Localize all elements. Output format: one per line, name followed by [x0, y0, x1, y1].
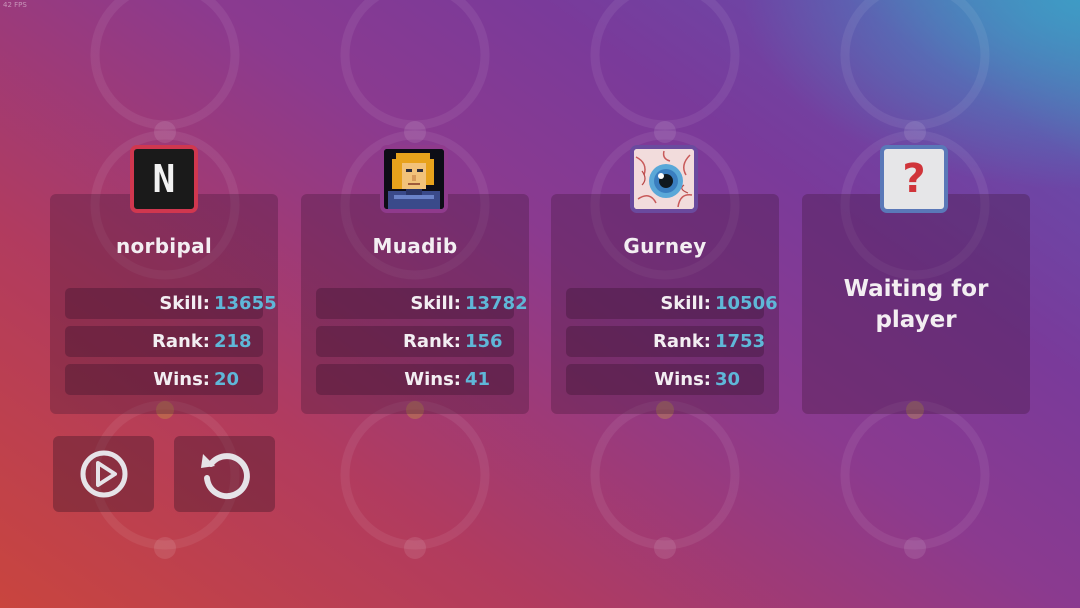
stat-label: Wins:	[404, 369, 461, 390]
stat-row-rank: Rank: 218	[65, 326, 263, 357]
player-name: Gurney	[623, 234, 707, 258]
pixel-warrior-icon	[384, 149, 444, 209]
stat-label: Skill:	[159, 293, 210, 314]
stat-row-skill: Skill: 13655	[65, 288, 277, 319]
stat-value: 1753	[715, 331, 766, 352]
player-card-2: Muadib Skill: 13782 Rank: 156 Wins: 41	[301, 194, 529, 414]
stat-label: Rank:	[403, 331, 461, 352]
player-avatar-2	[380, 145, 448, 213]
stat-value: 41	[465, 369, 491, 390]
stat-row-wins: Wins: 30	[566, 364, 764, 395]
stat-row-skill: Skill: 13782	[316, 288, 528, 319]
stat-value: 13782	[465, 293, 528, 314]
stat-label: Wins:	[654, 369, 711, 390]
player-avatar-4: ?	[880, 145, 948, 213]
stat-row-skill: Skill: 10506	[566, 288, 778, 319]
player-name: Muadib	[372, 234, 458, 258]
stat-value: 10506	[715, 293, 778, 314]
question-mark-avatar: ?	[884, 149, 944, 209]
player-name: norbipal	[115, 234, 213, 258]
stat-label: Skill:	[660, 293, 711, 314]
stat-label: Wins:	[153, 369, 210, 390]
stat-row-rank: Rank: 156	[316, 326, 514, 357]
avatar-letter: N	[152, 157, 176, 201]
stat-label: Rank:	[152, 331, 210, 352]
player-card-1: norbipal Skill: 13655 Rank: 218 Wins: 20	[50, 194, 278, 414]
stat-value: 13655	[214, 293, 277, 314]
play-button[interactable]	[53, 436, 154, 512]
stat-value: 218	[214, 331, 252, 352]
stat-value: 20	[214, 369, 240, 390]
stat-label: Rank:	[653, 331, 711, 352]
restart-icon	[200, 453, 250, 500]
eyeball-icon	[634, 149, 694, 209]
play-icon	[80, 450, 127, 498]
stat-label: Skill:	[410, 293, 461, 314]
stat-value: 156	[465, 331, 503, 352]
waiting-for-player-text: Waiting for player	[843, 276, 989, 333]
letter-n-avatar: N	[134, 149, 194, 209]
question-mark-icon: ?	[902, 156, 926, 202]
player-card-3: Gurney Skill: 10506 Rank: 1753 Wins: 30	[551, 194, 779, 414]
player-avatar-3	[630, 145, 698, 213]
player-avatar-1: N	[130, 145, 198, 213]
stat-row-wins: Wins: 20	[65, 364, 263, 395]
stat-row-wins: Wins: 41	[316, 364, 514, 395]
player-card-4-empty: Waiting for player	[802, 194, 1030, 414]
restart-button[interactable]	[174, 436, 275, 512]
stat-row-rank: Rank: 1753	[566, 326, 766, 357]
stat-value: 30	[715, 369, 741, 390]
